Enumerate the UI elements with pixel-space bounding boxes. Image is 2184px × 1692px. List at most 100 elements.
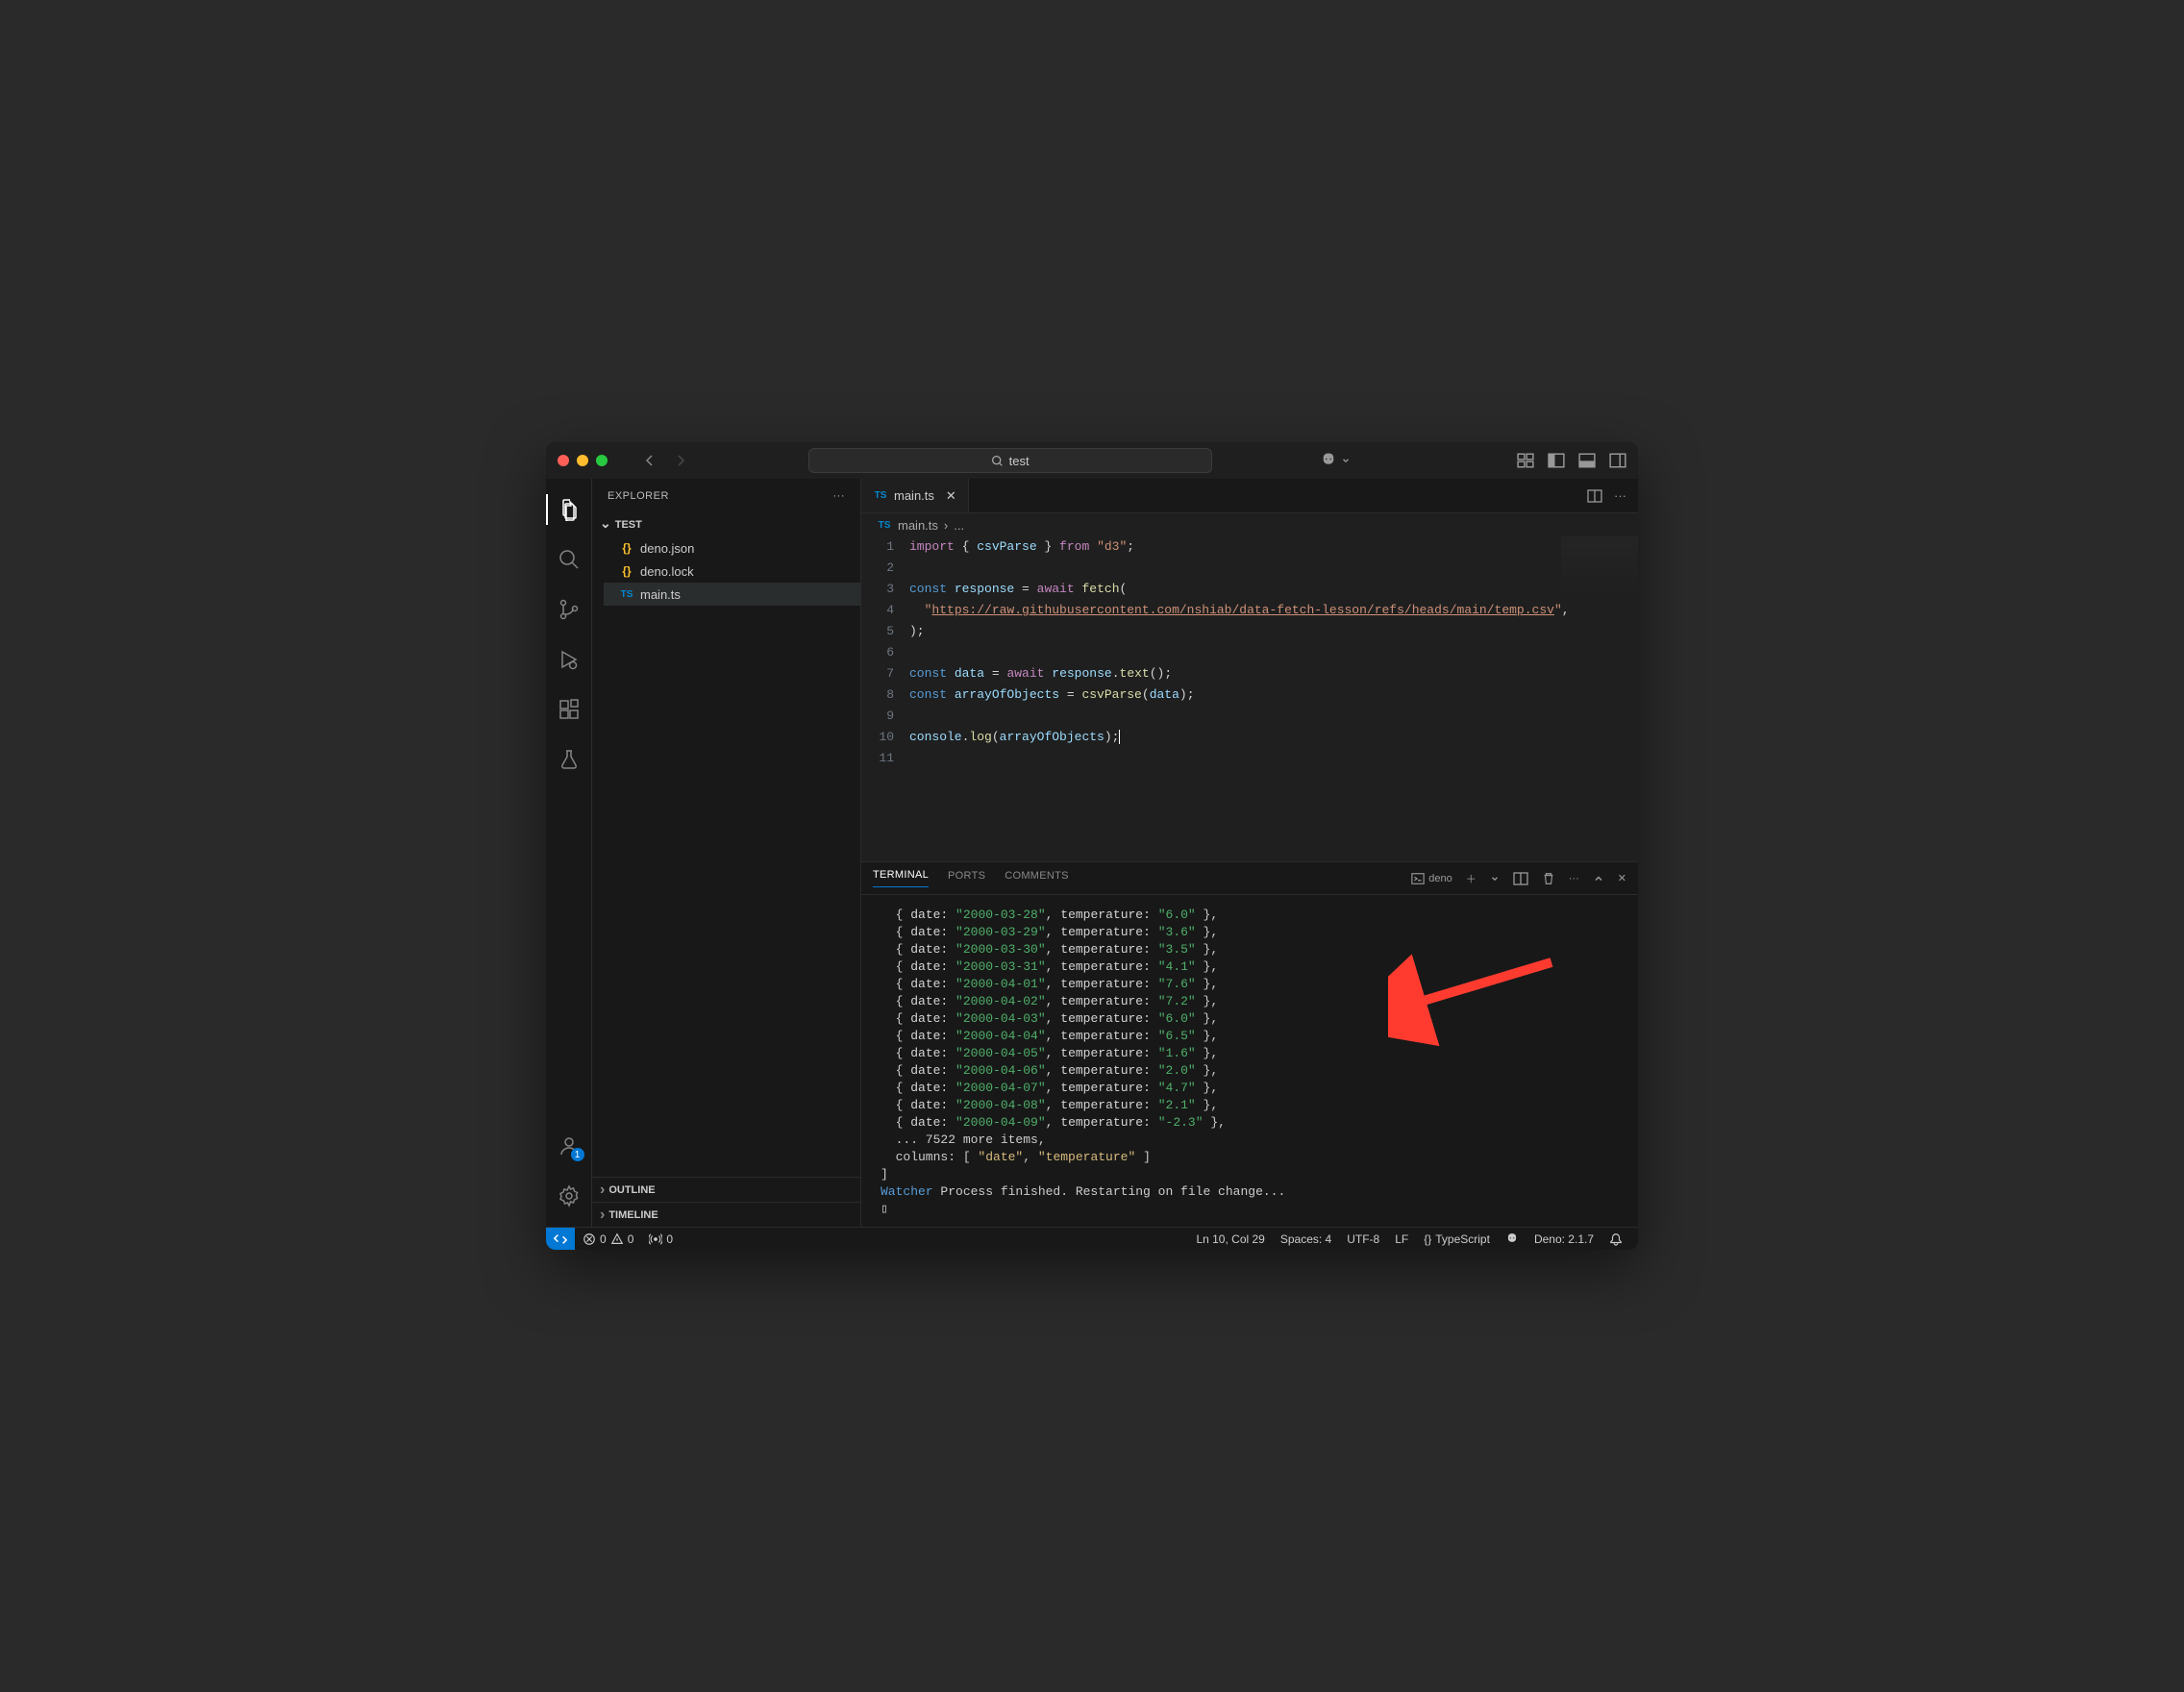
file-item-deno-lock[interactable]: {}deno.lock [604, 560, 860, 583]
status-encoding[interactable]: UTF-8 [1339, 1228, 1387, 1250]
tab-actions: ··· [1576, 479, 1638, 512]
source-control-icon [558, 598, 581, 621]
panel-tabs: TERMINAL PORTS COMMENTS deno ＋ ··· [861, 862, 1638, 895]
close-window-button[interactable] [558, 455, 569, 466]
activity-extensions[interactable] [546, 686, 592, 733]
activity-run-debug[interactable] [546, 636, 592, 683]
code-area[interactable]: import { csvParse } from "d3"; const res… [909, 536, 1638, 861]
layout-customize-icon[interactable] [1517, 452, 1534, 469]
gear-icon [558, 1184, 581, 1207]
line-number: 10 [861, 727, 894, 748]
error-count: 0 [600, 1232, 607, 1246]
chevron-down-icon [1341, 456, 1351, 465]
chevron-down-icon [600, 517, 611, 534]
ts-icon: TS [619, 586, 634, 602]
code-line [909, 558, 1638, 579]
activity-source-control[interactable] [546, 586, 592, 633]
terminal-output[interactable]: { date: "2000-03-28", temperature: "6.0"… [861, 895, 1638, 1227]
remote-button[interactable] [546, 1228, 575, 1250]
ts-icon: TS [873, 488, 888, 504]
code-line [909, 706, 1638, 727]
line-number: 9 [861, 706, 894, 727]
maximize-window-button[interactable] [596, 455, 608, 466]
outline-section[interactable]: OUTLINE [592, 1177, 860, 1202]
sidebar-header: EXPLORER ··· [592, 479, 860, 513]
toggle-panel-icon[interactable] [1578, 452, 1596, 469]
status-problems[interactable]: 0 0 [575, 1228, 641, 1250]
panel-more-icon[interactable]: ··· [1569, 873, 1579, 884]
status-indentation[interactable]: Spaces: 4 [1273, 1228, 1339, 1250]
status-language[interactable]: {} TypeScript [1416, 1228, 1498, 1250]
command-center-search[interactable]: test [808, 448, 1212, 473]
code-line: ); [909, 621, 1638, 642]
folder-header[interactable]: TEST [592, 513, 860, 536]
status-runtime[interactable]: Deno: 2.1.7 [1526, 1228, 1601, 1250]
line-number: 7 [861, 663, 894, 684]
file-item-main-ts[interactable]: TS main.ts [604, 583, 860, 606]
status-notifications[interactable] [1601, 1228, 1630, 1250]
sidebar-more-icon[interactable]: ··· [833, 490, 846, 502]
toggle-secondary-sidebar-icon[interactable] [1609, 452, 1626, 469]
trash-icon[interactable] [1542, 872, 1555, 885]
activity-bar: 1 [546, 479, 592, 1227]
file-tree: {}deno.json{}deno.lock TS main.ts [592, 536, 860, 1177]
traffic-lights [558, 455, 608, 466]
terminal-shell-selector[interactable]: deno [1411, 872, 1452, 885]
toggle-sidebar-icon[interactable] [1548, 452, 1565, 469]
search-text: test [1009, 454, 1030, 468]
status-ports[interactable]: 0 [641, 1228, 681, 1250]
run-debug-icon [558, 648, 581, 671]
beaker-icon [558, 748, 581, 771]
file-name: main.ts [640, 587, 681, 602]
split-terminal-icon[interactable] [1513, 871, 1528, 886]
ports-count: 0 [666, 1232, 673, 1246]
activity-search[interactable] [546, 536, 592, 583]
activity-explorer[interactable] [546, 486, 592, 533]
copilot-button[interactable] [1320, 452, 1351, 469]
warning-count: 0 [628, 1232, 634, 1246]
timeline-section[interactable]: TIMELINE [592, 1202, 860, 1227]
search-icon [991, 455, 1004, 467]
panel-tab-comments[interactable]: COMMENTS [1005, 870, 1069, 887]
panel-tab-terminal[interactable]: TERMINAL [873, 869, 929, 887]
more-actions-icon[interactable]: ··· [1614, 488, 1626, 503]
json-icon: {} [619, 540, 634, 556]
nav-forward-icon[interactable] [673, 453, 688, 468]
editor-area: TS main.ts ✕ ··· TS main.ts › ... 123456… [861, 479, 1638, 1227]
close-tab-icon[interactable]: ✕ [946, 488, 956, 504]
new-terminal-icon[interactable]: ＋ [1466, 871, 1477, 886]
sidebar-title: EXPLORER [608, 490, 669, 502]
editor-tab-main-ts[interactable]: TS main.ts ✕ [861, 479, 969, 512]
split-editor-icon[interactable] [1587, 488, 1602, 504]
panel-tab-ports[interactable]: PORTS [948, 870, 985, 887]
code-line [909, 642, 1638, 663]
tab-label: main.ts [894, 488, 934, 503]
activity-testing[interactable] [546, 736, 592, 783]
file-item-deno-json[interactable]: {}deno.json [604, 536, 860, 560]
error-icon [583, 1232, 596, 1246]
line-number: 4 [861, 600, 894, 621]
breadcrumb-more: ... [954, 518, 964, 533]
line-number: 5 [861, 621, 894, 642]
nav-back-icon[interactable] [642, 453, 658, 468]
activity-accounts[interactable]: 1 [546, 1123, 592, 1169]
chevron-up-icon[interactable] [1593, 873, 1604, 884]
breadcrumb[interactable]: TS main.ts › ... [861, 513, 1638, 536]
chevron-down-icon[interactable] [1490, 874, 1500, 883]
bell-icon [1609, 1232, 1623, 1246]
editor-content[interactable]: 1234567891011 import { csvParse } from "… [861, 536, 1638, 861]
line-number: 2 [861, 558, 894, 579]
status-copilot[interactable] [1498, 1228, 1526, 1250]
close-panel-icon[interactable]: ✕ [1618, 872, 1626, 884]
activity-settings[interactable] [546, 1173, 592, 1219]
tab-bar: TS main.ts ✕ ··· [861, 479, 1638, 513]
minimap[interactable] [1561, 536, 1638, 594]
search-icon [558, 548, 581, 571]
extensions-icon [558, 698, 581, 721]
breadcrumb-file: main.ts [898, 518, 938, 533]
code-line: const response = await fetch( [909, 579, 1638, 600]
line-number: 1 [861, 536, 894, 558]
minimize-window-button[interactable] [577, 455, 588, 466]
status-cursor-position[interactable]: Ln 10, Col 29 [1188, 1228, 1272, 1250]
status-eol[interactable]: LF [1387, 1228, 1416, 1250]
